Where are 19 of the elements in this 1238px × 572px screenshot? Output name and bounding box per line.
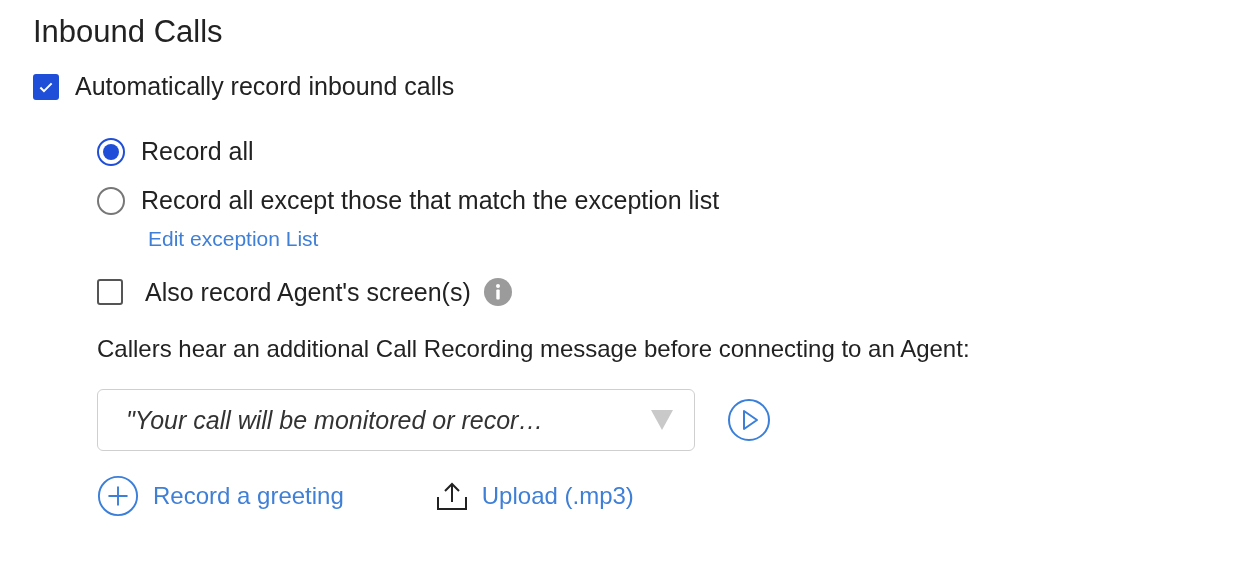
play-icon[interactable] — [727, 398, 771, 442]
dropdown-caret-icon — [650, 410, 674, 430]
message-dropdown[interactable]: "Your call will be monitored or recor… — [97, 389, 695, 451]
info-icon[interactable] — [482, 277, 513, 307]
radio-button[interactable] — [97, 186, 125, 215]
checkbox[interactable] — [33, 73, 59, 100]
message-description: Callers hear an additional Call Recording message before connecting to an Agent: — [97, 335, 971, 363]
radio-label: Record all — [141, 137, 254, 166]
plus-circle-icon — [97, 475, 139, 517]
radio-label: Record all except those that match the exception list — [141, 186, 720, 215]
upload-link[interactable]: Upload (.mp3) — [435, 481, 634, 511]
radio-button[interactable] — [97, 137, 125, 166]
record-greeting-link[interactable]: Record a greeting — [97, 475, 344, 517]
checkbox-label: Also record Agent's screen(s) — [145, 277, 471, 307]
edit-exception-link[interactable]: Edit exception List — [148, 227, 319, 251]
checkbox[interactable] — [97, 279, 123, 305]
section-title: Inbound Calls — [33, 14, 224, 50]
checkbox-label: Automatically record inbound calls — [75, 72, 455, 101]
upload-icon — [435, 481, 468, 511]
